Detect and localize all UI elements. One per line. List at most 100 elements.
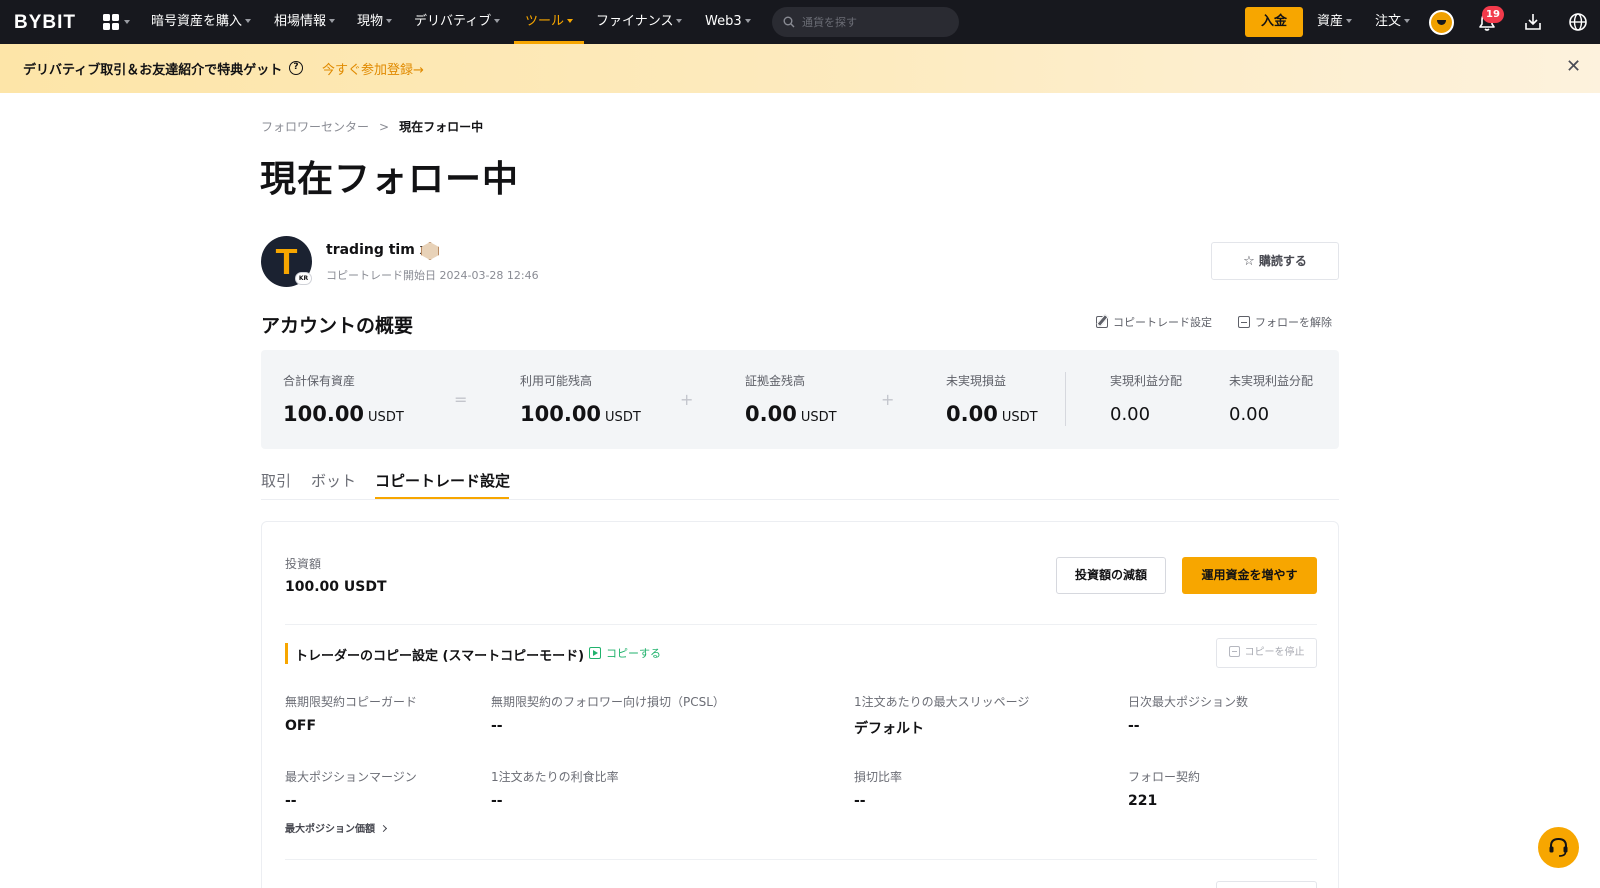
chevron-down-icon	[386, 19, 393, 23]
nav-buy-crypto[interactable]: 暗号資産を購入	[151, 0, 252, 44]
customer-support-button[interactable]	[1538, 827, 1579, 868]
field-label: 日次最大ポジション数	[1128, 695, 1249, 709]
chevron-down-icon	[1404, 19, 1411, 23]
register-now-link[interactable]: 今すぐ参加登録→	[322, 59, 424, 78]
copy-start-date: コピートレード開始日 2024-03-28 12:46	[326, 269, 539, 282]
increase-funds-button[interactable]: 運用資金を増やす	[1182, 557, 1317, 594]
banner-text: デリバティブ取引＆お友達紹介で特典ゲット	[23, 63, 283, 78]
arrow-right-icon: →	[413, 63, 424, 78]
nav-tools[interactable]: ツール	[525, 0, 574, 44]
account-summary: 合計保有資産 100.00 USDT = 利用可能残高 100.00 USDT + …	[261, 350, 1339, 449]
trader-avatar[interactable]: T KR	[261, 236, 312, 287]
field-label: 無期限契約コピーガード	[285, 695, 418, 709]
notification-badge: 19	[1482, 6, 1504, 23]
unrealized-pnl-label: 未実現損益	[946, 374, 1007, 388]
investment-value: 100.00 USDT	[285, 579, 387, 595]
copy-trade-settings-link[interactable]: コピートレード設定	[1096, 314, 1212, 330]
card-divider	[285, 624, 1317, 625]
chevron-down-icon	[567, 19, 574, 23]
trader-name[interactable]: trading tim x	[326, 242, 429, 258]
page-title: 現在フォロー中	[260, 159, 520, 200]
user-avatar[interactable]	[1429, 10, 1454, 35]
field-value: 221	[1128, 793, 1158, 809]
margin-balance-value: 0.00 USDT	[745, 402, 837, 426]
max-position-value-link[interactable]: 最大ポジション価額	[285, 820, 388, 835]
chevron-down-icon	[1346, 19, 1353, 23]
field-value: OFF	[285, 718, 317, 734]
nav-web3[interactable]: Web3	[705, 0, 751, 44]
nav-spot[interactable]: 現物	[357, 0, 393, 44]
unrealized-profit-share-value: 0.00	[1229, 404, 1270, 425]
play-icon	[589, 647, 601, 659]
plus-sign: +	[680, 390, 694, 409]
unfollow-link[interactable]: フォローを解除	[1238, 314, 1332, 330]
subscribe-button[interactable]: ☆ 購読する	[1211, 242, 1339, 280]
chevron-down-icon	[744, 19, 751, 23]
tab-bar: 取引 ボット コピートレード設定	[261, 470, 1339, 500]
chevron-down-icon	[494, 19, 501, 23]
copy-link[interactable]: コピーする	[589, 645, 661, 661]
tab-trades[interactable]: 取引	[261, 470, 291, 491]
field-value: --	[491, 793, 503, 809]
chevron-down-icon	[329, 19, 336, 23]
minus-box-icon	[1238, 316, 1250, 328]
investment-label: 投資額	[285, 557, 322, 571]
reduce-investment-button[interactable]: 投資額の減額	[1056, 557, 1166, 594]
chevron-down-icon	[676, 19, 683, 23]
card-divider	[285, 859, 1317, 860]
apps-caret-icon	[124, 20, 130, 24]
star-icon: ☆	[1243, 254, 1255, 269]
available-balance-value: 100.00 USDT	[520, 402, 641, 426]
field-label: 無期限契約のフォロワー向け損切（PCSL）	[491, 695, 725, 709]
field-value: --	[491, 718, 503, 734]
unrealized-profit-share-label: 未実現利益分配	[1229, 374, 1314, 388]
field-label: 最大ポジションマージン	[285, 770, 417, 784]
download-icon[interactable]	[1522, 11, 1544, 33]
chevron-down-icon	[245, 19, 252, 23]
tab-copy-trade-settings[interactable]: コピートレード設定	[375, 470, 510, 491]
help-icon[interactable]: ?	[289, 61, 303, 75]
promo-banner: デリバティブ取引＆お友達紹介で特典ゲット ? 今すぐ参加登録→ ✕	[0, 44, 1600, 93]
breadcrumb-separator: >	[379, 120, 390, 134]
breadcrumb-current: 現在フォロー中	[399, 120, 484, 134]
field-value: デフォルト	[854, 721, 924, 737]
nav-assets[interactable]: 資産	[1317, 0, 1353, 44]
realized-profit-share-label: 実現利益分配	[1110, 374, 1183, 388]
apps-grid-icon[interactable]	[103, 14, 119, 30]
nav-finance[interactable]: ファイナンス	[596, 0, 683, 44]
available-balance-label: 利用可能残高	[520, 374, 593, 388]
nav-markets[interactable]: 相場情報	[274, 0, 336, 44]
total-assets-label: 合計保有資産	[283, 374, 356, 388]
field-value: --	[285, 793, 297, 809]
nav-orders[interactable]: 注文	[1375, 0, 1411, 44]
bybit-logo[interactable]: BYBIT	[14, 12, 76, 34]
unrealized-pnl-value: 0.00 USDT	[946, 402, 1038, 426]
globe-icon[interactable]	[1567, 11, 1589, 33]
summary-divider	[1065, 372, 1066, 426]
active-tab-indicator	[375, 497, 509, 499]
close-icon[interactable]: ✕	[1566, 58, 1581, 76]
breadcrumb: フォロワーセンター > 現在フォロー中	[261, 118, 483, 135]
coin-search[interactable]	[772, 7, 959, 37]
realized-profit-share-value: 0.00	[1110, 404, 1151, 425]
field-value: --	[854, 793, 866, 809]
stop-copy-button[interactable]: コピーを停止	[1216, 638, 1317, 668]
field-label: 損切比率	[854, 770, 903, 784]
field-value: --	[1128, 718, 1140, 734]
search-icon	[783, 16, 795, 28]
minus-box-icon	[1228, 646, 1240, 657]
deposit-button[interactable]: 入金	[1245, 7, 1303, 37]
plus-sign: +	[881, 390, 895, 409]
copy-settings-title: トレーダーのコピー設定 (スマートコピーモード)	[295, 649, 585, 664]
field-label: 1注文あたりの最大スリッページ	[854, 695, 1030, 709]
nav-derivatives[interactable]: デリバティブ	[414, 0, 501, 44]
tab-bots[interactable]: ボット	[311, 470, 356, 491]
logo-text: BYBIT	[14, 12, 76, 33]
equals-sign: =	[454, 390, 468, 409]
search-input[interactable]	[802, 7, 952, 37]
margin-balance-label: 証拠金残高	[745, 374, 806, 388]
section-action-button[interactable]	[1216, 881, 1317, 888]
total-assets-value: 100.00 USDT	[283, 402, 404, 426]
breadcrumb-follower-center[interactable]: フォロワーセンター	[261, 120, 369, 134]
region-badge: KR	[295, 272, 312, 285]
